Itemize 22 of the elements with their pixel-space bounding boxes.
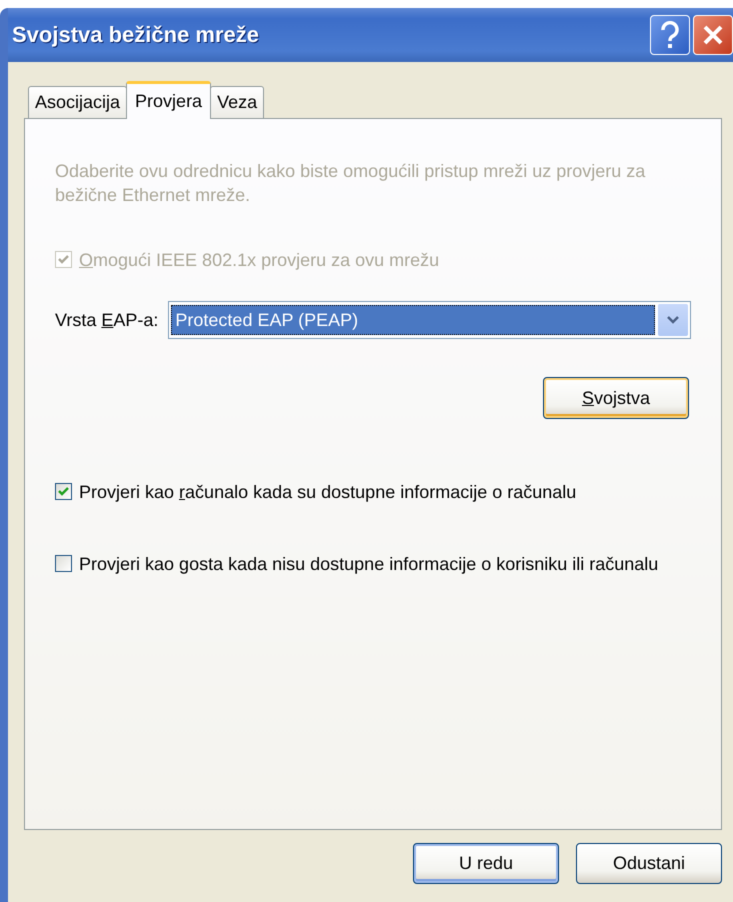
checkbox[interactable] xyxy=(55,483,72,500)
close-icon xyxy=(702,24,724,46)
checkbox-label: Omogući IEEE 802.1x provjeru za ovu mrežu xyxy=(79,249,440,271)
tab[interactable]: Asocijacija xyxy=(28,86,128,118)
ok-button[interactable]: U redu xyxy=(413,843,559,884)
tab[interactable]: Provjera xyxy=(126,81,212,119)
help-button[interactable] xyxy=(650,15,690,55)
checkbox-label: Provjeri kao računalo kada su dostupne informacije o računalu xyxy=(79,481,576,503)
window-title: Svojstva bežične mreže xyxy=(12,22,260,48)
properties-button[interactable]: Svojstva xyxy=(543,377,689,419)
description-text: Odaberite ovu odrednicu kako biste omogućili pristup mreži uz provjeru za bežične Ethernet mreže. xyxy=(55,160,646,207)
checkbox-label: Provjeri kao gosta kada nisu dostupne informacije o korisniku ili računalu xyxy=(79,553,658,575)
eap-type-label: Vrsta EAP-a: xyxy=(55,310,158,330)
close-button[interactable] xyxy=(693,15,733,55)
checkbox[interactable] xyxy=(55,555,72,572)
question-mark-icon xyxy=(660,21,680,49)
dropdown-value: Protected EAP (PEAP) xyxy=(171,305,655,335)
tab[interactable]: Veza xyxy=(210,86,264,118)
checkmark-icon xyxy=(58,487,69,496)
eap-type-dropdown[interactable]: Protected EAP (PEAP) xyxy=(168,301,691,339)
cancel-button[interactable]: Odustani xyxy=(576,843,722,884)
checkmark-icon xyxy=(58,255,69,264)
